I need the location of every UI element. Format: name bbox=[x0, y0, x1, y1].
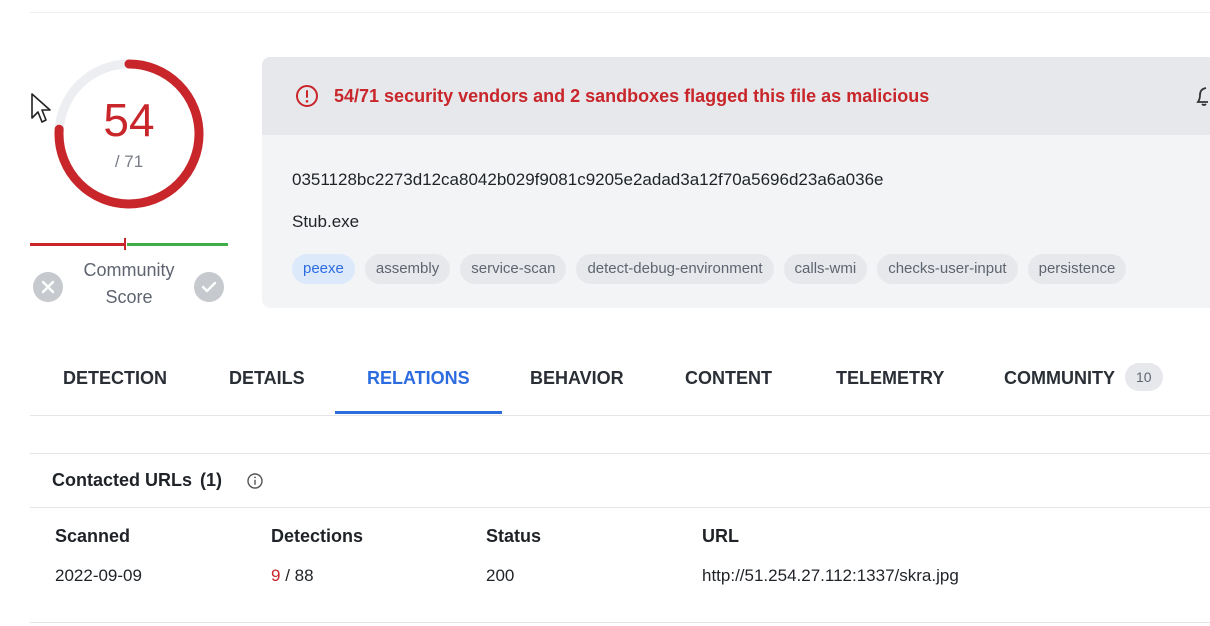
top-divider bbox=[30, 12, 1210, 13]
malicious-alert-banner: 54/71 security vendors and 2 sandboxes f… bbox=[262, 57, 1210, 135]
mouse-cursor-icon bbox=[30, 92, 52, 129]
tag-assembly[interactable]: assembly bbox=[364, 254, 451, 284]
bell-icon[interactable] bbox=[1196, 85, 1210, 107]
tab-community[interactable]: COMMUNITY 10 bbox=[1004, 358, 1163, 414]
check-icon bbox=[201, 281, 217, 293]
cell-url-link[interactable]: http://51.254.27.112:1337/skra.jpg bbox=[702, 566, 959, 586]
table-bottom-divider bbox=[30, 622, 1210, 623]
tab-details[interactable]: DETAILS bbox=[229, 358, 305, 414]
file-summary-panel: 54/71 security vendors and 2 sandboxes f… bbox=[262, 57, 1210, 308]
col-header-status: Status bbox=[486, 526, 542, 546]
tab-telemetry[interactable]: TELEMETRY bbox=[836, 358, 944, 414]
tab-community-label: COMMUNITY bbox=[1004, 368, 1115, 388]
cell-scanned: 2022-09-09 bbox=[55, 566, 142, 585]
cell-status: 200 bbox=[486, 566, 515, 585]
col-header-detections: Detections bbox=[271, 526, 364, 546]
vote-malicious-button[interactable] bbox=[33, 272, 63, 302]
file-tags: peexe assembly service-scan detect-debug… bbox=[292, 254, 1127, 284]
tag-calls-wmi[interactable]: calls-wmi bbox=[783, 254, 868, 284]
x-icon bbox=[41, 280, 55, 294]
tag-detect-debug-environment[interactable]: detect-debug-environment bbox=[576, 254, 774, 284]
tag-persistence[interactable]: persistence bbox=[1027, 254, 1127, 284]
community-score-bar bbox=[30, 238, 228, 250]
cell-detections: 9 / 88 bbox=[271, 566, 314, 585]
detection-total: / 71 bbox=[114, 152, 144, 171]
detection-score-gauge: 54 / 71 bbox=[50, 55, 208, 213]
tab-relations[interactable]: RELATIONS bbox=[335, 358, 502, 414]
report-tabs: DETECTION DETAILS RELATIONS BEHAVIOR CON… bbox=[30, 358, 1210, 416]
alert-text: 54/71 security vendors and 2 sandboxes f… bbox=[334, 86, 930, 106]
tab-detection[interactable]: DETECTION bbox=[63, 358, 167, 414]
file-name: Stub.exe bbox=[292, 212, 360, 231]
table-header-divider bbox=[30, 507, 1210, 508]
detection-count: 54 bbox=[103, 94, 155, 146]
section-divider bbox=[30, 453, 1210, 454]
community-score-label: Community Score bbox=[83, 260, 175, 307]
community-count-badge: 10 bbox=[1125, 363, 1163, 392]
vote-harmless-button[interactable] bbox=[194, 272, 224, 302]
tag-peexe[interactable]: peexe bbox=[292, 254, 355, 284]
tag-service-scan[interactable]: service-scan bbox=[460, 254, 567, 284]
info-icon[interactable] bbox=[246, 472, 264, 490]
file-hash[interactable]: 0351128bc2273d12ca8042b029f9081c9205e2ad… bbox=[292, 170, 884, 190]
tag-checks-user-input[interactable]: checks-user-input bbox=[877, 254, 1018, 284]
tab-content[interactable]: CONTENT bbox=[685, 358, 772, 414]
col-header-scanned: Scanned bbox=[55, 526, 131, 546]
contacted-urls-title: Contacted URLs (1) bbox=[52, 470, 223, 490]
col-header-url: URL bbox=[702, 526, 739, 546]
tab-behavior[interactable]: BEHAVIOR bbox=[530, 358, 624, 414]
alert-circle-icon bbox=[296, 85, 318, 107]
